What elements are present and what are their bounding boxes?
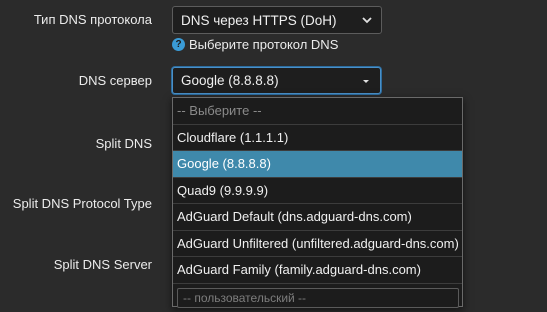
dns-server-label: DNS сервер — [78, 73, 152, 88]
option-adguard-family[interactable]: AdGuard Family (family.adguard-dns.com) — [173, 257, 462, 284]
protocol-select-value: DNS через HTTPS (DoH) — [181, 12, 337, 28]
caret-down-icon — [363, 79, 369, 83]
protocol-label: Тип DNS протокола — [33, 12, 152, 27]
split-dns-server-label: Split DNS Server — [53, 257, 152, 272]
option-quad9[interactable]: Quad9 (9.9.9.9) — [173, 178, 462, 204]
protocol-hint: ? Выберите протокол DNS — [172, 37, 338, 52]
chevron-down-icon — [362, 17, 372, 24]
split-dns-protocol-label: Split DNS Protocol Type — [12, 196, 152, 211]
protocol-select[interactable]: DNS через HTTPS (DoH) — [172, 6, 382, 34]
option-adguard-default[interactable]: AdGuard Default (dns.adguard-dns.com) — [173, 204, 462, 231]
option-google[interactable]: Google (8.8.8.8) — [173, 151, 462, 178]
option-adguard-unfiltered[interactable]: AdGuard Unfiltered (unfiltered.adguard-d… — [173, 231, 462, 257]
dns-server-select-value: Google (8.8.8.8) — [181, 73, 279, 88]
split-dns-label: Split DNS — [95, 136, 152, 151]
dns-server-select[interactable]: Google (8.8.8.8) — [172, 67, 381, 94]
protocol-hint-text: Выберите протокол DNS — [189, 37, 339, 52]
dropdown-placeholder-option[interactable]: -- Выберите -- — [173, 98, 462, 125]
dns-server-dropdown: -- Выберите -- Cloudflare (1.1.1.1) Goog… — [172, 97, 463, 308]
custom-option-wrapper — [173, 284, 462, 312]
custom-dns-input[interactable] — [177, 287, 459, 308]
option-cloudflare[interactable]: Cloudflare (1.1.1.1) — [173, 125, 462, 151]
question-icon: ? — [172, 38, 185, 51]
